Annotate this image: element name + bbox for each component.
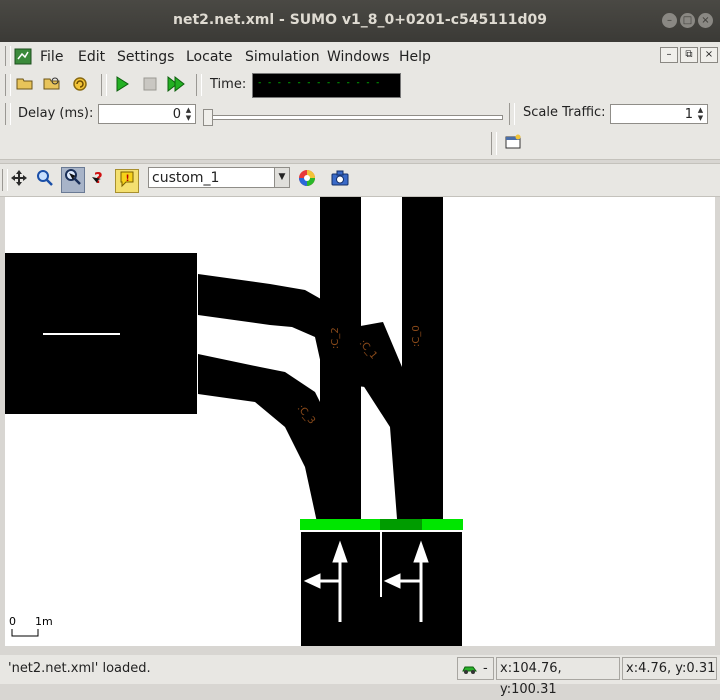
open-file-icon[interactable] [15,75,35,95]
title-bar: net2.net.xml - SUMO v1_8_0+0201-c545111d… [0,0,720,42]
scale-traffic-spinbox[interactable]: 1 ▲ ▼ [610,104,708,124]
vehicle-count-cell: - [457,657,494,680]
delay-spin-arrows[interactable]: ▲ ▼ [183,106,194,123]
screenshot-icon[interactable] [330,169,350,189]
scale-zero-label: 0 [9,615,16,628]
locate-icon[interactable] [61,167,85,193]
local-coordinates-text: x:4.76, y:0.31 [626,661,716,676]
menu-windows[interactable]: Windows [327,49,390,65]
scale-traffic-value: 1 [684,107,693,122]
menu-settings[interactable]: Settings [117,49,174,65]
delay-toolbar: Delay (ms): 0 ▲ ▼ Scale Traffic: 1 ▲ ▼ [0,99,720,130]
delay-value: 0 [172,107,181,122]
step-simulation-icon[interactable] [166,75,186,95]
delay-slider-handle[interactable] [203,109,213,126]
scale-traffic-label: Scale Traffic: [523,105,606,120]
delay-label: Delay (ms): [18,106,94,121]
mdi-close-button[interactable]: × [700,47,718,63]
menu-bar: File Edit Settings Locate Simulation Win… [0,42,720,72]
menu-help[interactable]: Help [399,49,431,65]
status-bar: 'net2.net.xml' loaded. - x:104.76, y:100… [0,655,720,697]
minimize-window-button[interactable]: – [662,13,677,28]
network-drawing[interactable]: :C_2 :C_1 :C_0 :C_3 0 1m [5,197,715,646]
toolbar-grip[interactable] [509,103,515,125]
color-scheme-dropdown[interactable]: custom_1 ▼ [148,167,290,188]
reload-file-icon[interactable] [42,75,62,95]
window-title: net2.net.xml - SUMO v1_8_0+0201-c545111d… [173,12,547,28]
mdi-restore-button[interactable]: ⧉ [680,47,698,63]
chevron-down-icon[interactable]: ▼ [274,168,289,187]
run-simulation-icon[interactable] [112,75,132,95]
toolbar-grip[interactable] [101,74,107,96]
toolbar-grip[interactable] [491,132,497,155]
menu-file[interactable]: File [40,49,63,65]
edit-coloring-icon[interactable] [297,169,317,189]
network-canvas[interactable]: :C_2 :C_1 :C_0 :C_3 0 1m [5,197,715,646]
delay-slider-track[interactable] [206,115,503,120]
road-north-left[interactable] [320,197,361,527]
zoom-icon[interactable] [35,169,55,189]
menubar-grip[interactable] [5,46,11,66]
toolbar-grip[interactable] [2,169,8,191]
color-scheme-value: custom_1 [152,170,220,186]
close-window-button[interactable]: × [698,13,713,28]
scale-unit-label: 1m [35,615,53,628]
stop-simulation-icon[interactable] [140,75,160,95]
time-value: - - - - - - - - - - - - - [257,78,380,88]
recenter-view-icon[interactable] [9,169,29,189]
reload-icon[interactable] [70,75,90,95]
net-coordinates: x:104.76, y:100.31 [496,657,620,697]
toolbar-grip[interactable] [196,74,202,96]
query-info-icon[interactable]: ? [89,169,109,189]
traffic-light-green-1[interactable] [300,519,380,530]
scale-spin-arrows[interactable]: ▲ ▼ [695,106,706,123]
junction-label-c2: :C_2 [330,327,341,349]
new-window-icon[interactable] [503,134,523,154]
delay-spinbox[interactable]: 0 ▲ ▼ [98,104,196,124]
status-message: 'net2.net.xml' loaded. [4,657,454,680]
app-icon [14,48,32,65]
status-message-text: 'net2.net.xml' loaded. [8,661,151,676]
extra-toolbar [0,129,720,160]
vehicle-count: - [483,661,488,676]
menu-simulation[interactable]: Simulation [245,49,320,65]
time-label: Time: [210,77,247,92]
maximize-window-button[interactable]: □ [680,13,695,28]
view-toolbar: ? ! custom_1 ▼ [0,163,720,197]
messages-icon[interactable]: ! [115,169,139,193]
scale-bar [11,629,39,637]
svg-text:!: ! [126,174,130,184]
time-display: - - - - - - - - - - - - - [252,73,401,98]
toolbar-grip[interactable] [5,74,11,96]
traffic-light-green-2[interactable] [380,519,422,530]
toolbar-grip[interactable] [5,103,11,125]
mdi-minimize-button[interactable]: – [660,47,678,63]
menu-locate[interactable]: Locate [186,49,233,65]
menu-edit[interactable]: Edit [78,49,105,65]
junction-label-c0: :C_0 [411,325,422,347]
file-toolbar: Time: - - - - - - - - - - - - - [0,71,720,100]
local-coordinates: x:4.76, y:0.31 [622,657,717,680]
net-coordinates-text: x:104.76, y:100.31 [500,661,562,697]
traffic-light-green-3[interactable] [422,519,463,530]
car-icon [462,666,477,674]
